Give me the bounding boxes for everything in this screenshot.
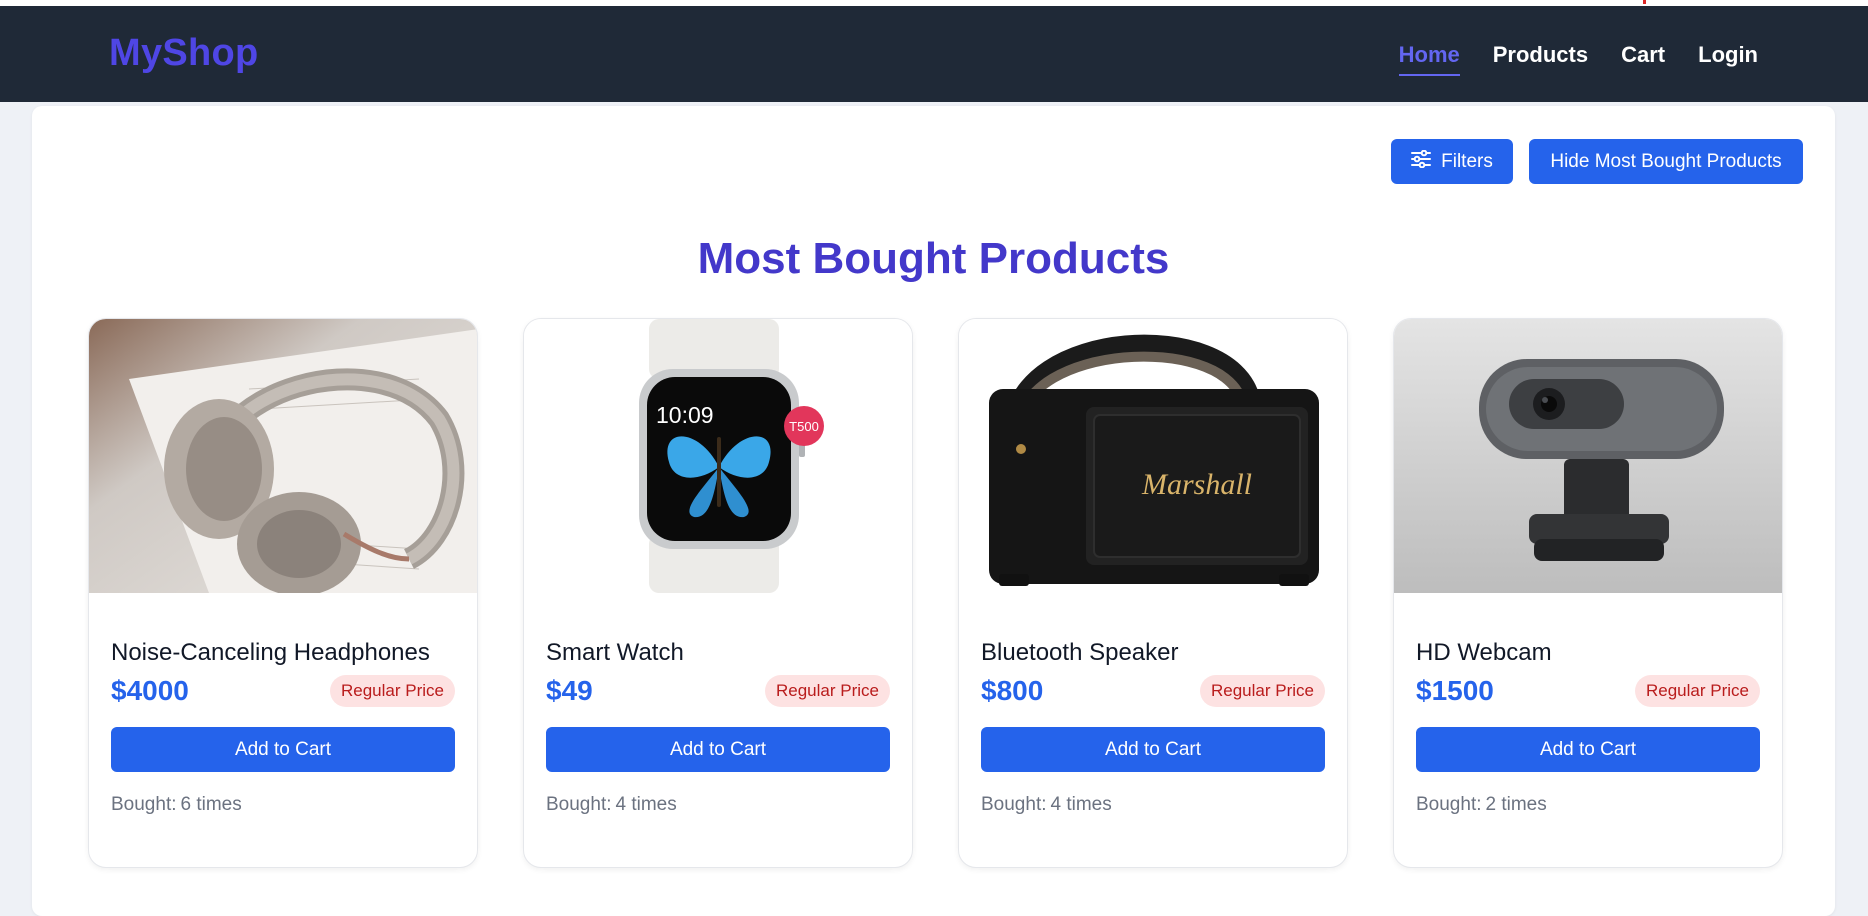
product-card: HD Webcam $1500 Regular Price Add to Car… — [1393, 318, 1783, 868]
product-price: $49 — [546, 675, 593, 706]
product-card-body: Bluetooth Speaker $800 Regular Price Add… — [981, 639, 1325, 816]
main-panel: Filters Hide Most Bought Products Most B… — [32, 106, 1835, 916]
product-image-smart-watch[interactable]: 10:09 T500 — [524, 319, 912, 593]
price-row: $1500 Regular Price — [1416, 675, 1760, 707]
product-price: $4000 — [111, 675, 189, 706]
price-row: $800 Regular Price — [981, 675, 1325, 707]
bought-value: 4 times — [615, 794, 677, 815]
add-to-cart-button[interactable]: Add to Cart — [1416, 727, 1760, 772]
bought-count: Bought: 4 times — [546, 794, 890, 816]
product-price: $800 — [981, 675, 1044, 706]
add-to-cart-button[interactable]: Add to Cart — [546, 727, 890, 772]
add-to-cart-button[interactable]: Add to Cart — [111, 727, 455, 772]
bought-label: Bought: — [981, 794, 1047, 815]
nav-cart[interactable]: Cart — [1621, 42, 1665, 76]
product-price: $1500 — [1416, 675, 1494, 706]
price-row: $49 Regular Price — [546, 675, 890, 707]
top-navbar: MyShop Home Products Cart Login — [0, 6, 1868, 102]
bought-count: Bought: 4 times — [981, 794, 1325, 816]
price-badge: Regular Price — [765, 675, 890, 707]
toolbar: Filters Hide Most Bought Products — [1391, 139, 1803, 184]
product-card: Noise-Canceling Headphones $4000 Regular… — [88, 318, 478, 868]
price-badge: Regular Price — [1200, 675, 1325, 707]
price-badge: Regular Price — [1635, 675, 1760, 707]
product-name[interactable]: Bluetooth Speaker — [981, 639, 1325, 667]
bought-value: 4 times — [1050, 794, 1112, 815]
product-grid: Noise-Canceling Headphones $4000 Regular… — [88, 318, 1783, 868]
nav-products[interactable]: Products — [1493, 42, 1588, 76]
bought-value: 6 times — [180, 794, 242, 815]
filters-button[interactable]: Filters — [1391, 139, 1513, 184]
bought-label: Bought: — [546, 794, 612, 815]
product-name[interactable]: Smart Watch — [546, 639, 890, 667]
product-card: Marshall Bluetooth Speaker $800 Regular … — [958, 318, 1348, 868]
bought-value: 2 times — [1485, 794, 1547, 815]
sliders-icon — [1411, 149, 1432, 174]
cursor-marker — [1643, 0, 1646, 4]
bought-label: Bought: — [1416, 794, 1482, 815]
section-title: Most Bought Products — [697, 234, 1170, 283]
nav-login[interactable]: Login — [1698, 42, 1758, 76]
watch-time: 10:09 — [656, 402, 714, 428]
bought-count: Bought: 2 times — [1416, 794, 1760, 816]
filters-label: Filters — [1441, 150, 1493, 172]
product-image-speaker[interactable]: Marshall — [959, 319, 1347, 593]
product-card-body: HD Webcam $1500 Regular Price Add to Car… — [1416, 639, 1760, 816]
hide-most-bought-button[interactable]: Hide Most Bought Products — [1529, 139, 1803, 184]
speaker-brand: Marshall — [1141, 468, 1252, 501]
price-row: $4000 Regular Price — [111, 675, 455, 707]
brand-logo[interactable]: MyShop — [109, 32, 259, 75]
product-image-headphones[interactable] — [89, 319, 477, 593]
product-image-webcam[interactable] — [1394, 319, 1782, 593]
product-card: 10:09 T500 Smart Watch $49 Regular Price… — [523, 318, 913, 868]
nav-links: Home Products Cart Login — [1398, 42, 1758, 76]
bought-count: Bought: 6 times — [111, 794, 455, 816]
price-badge: Regular Price — [330, 675, 455, 707]
nav-home[interactable]: Home — [1398, 42, 1460, 76]
bought-label: Bought: — [111, 794, 177, 815]
product-card-body: Smart Watch $49 Regular Price Add to Car… — [546, 639, 890, 816]
product-name[interactable]: Noise-Canceling Headphones — [111, 639, 455, 667]
product-name[interactable]: HD Webcam — [1416, 639, 1760, 667]
add-to-cart-button[interactable]: Add to Cart — [981, 727, 1325, 772]
watch-tag: T500 — [789, 419, 819, 434]
product-card-body: Noise-Canceling Headphones $4000 Regular… — [111, 639, 455, 816]
